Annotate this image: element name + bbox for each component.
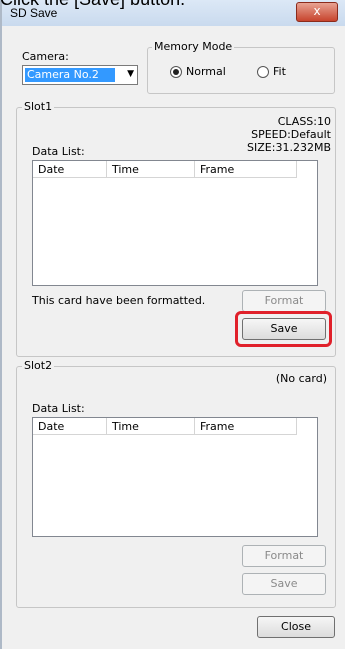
column-header-time[interactable]: Time xyxy=(107,161,195,178)
slot2-data-list-label: Data List: xyxy=(32,402,85,415)
instruction-caption: Click the [Save] button. xyxy=(0,0,185,10)
column-header-frame[interactable]: Frame xyxy=(195,418,297,435)
camera-select[interactable]: Camera No.2 ▼ xyxy=(22,65,138,85)
radio-normal-label: Normal xyxy=(186,65,226,78)
sd-save-window: SD Save x Camera: Camera No.2 ▼ Memory M… xyxy=(0,0,345,649)
window-close-button[interactable]: x xyxy=(296,2,338,22)
column-header-date[interactable]: Date xyxy=(33,418,107,435)
radio-fit[interactable] xyxy=(257,66,269,78)
slot2-title: Slot2 xyxy=(22,359,55,372)
close-button[interactable]: Close xyxy=(257,616,335,638)
slot1-card-class: CLASS:10 xyxy=(277,115,331,128)
slot2-format-button[interactable]: Format xyxy=(242,545,326,567)
slot2-data-list[interactable]: Date Time Frame xyxy=(32,417,318,537)
chevron-down-icon[interactable]: ▼ xyxy=(127,69,134,79)
slot1-data-list[interactable]: Date Time Frame xyxy=(32,160,318,286)
camera-label: Camera: xyxy=(22,50,69,63)
slot1-card-speed: SPEED:Default xyxy=(251,128,331,141)
save-highlight-box xyxy=(235,311,332,347)
column-header-frame[interactable]: Frame xyxy=(195,161,297,178)
slot2-save-button[interactable]: Save xyxy=(242,573,326,595)
slot1-card-size: SIZE:31.232MB xyxy=(247,141,331,154)
slot1-format-button[interactable]: Format xyxy=(242,290,326,312)
slot1-status-text: This card have been formatted. xyxy=(32,294,206,307)
slot2-card-status: (No card) xyxy=(275,372,327,385)
radio-fit-label: Fit xyxy=(273,65,286,78)
slot1-title: Slot1 xyxy=(22,100,55,113)
column-header-date[interactable]: Date xyxy=(33,161,107,178)
memory-mode-label: Memory Mode xyxy=(152,40,235,53)
slot1-data-list-label: Data List: xyxy=(32,145,85,158)
radio-normal[interactable] xyxy=(170,66,182,78)
camera-select-value: Camera No.2 xyxy=(25,68,115,82)
column-header-time[interactable]: Time xyxy=(107,418,195,435)
